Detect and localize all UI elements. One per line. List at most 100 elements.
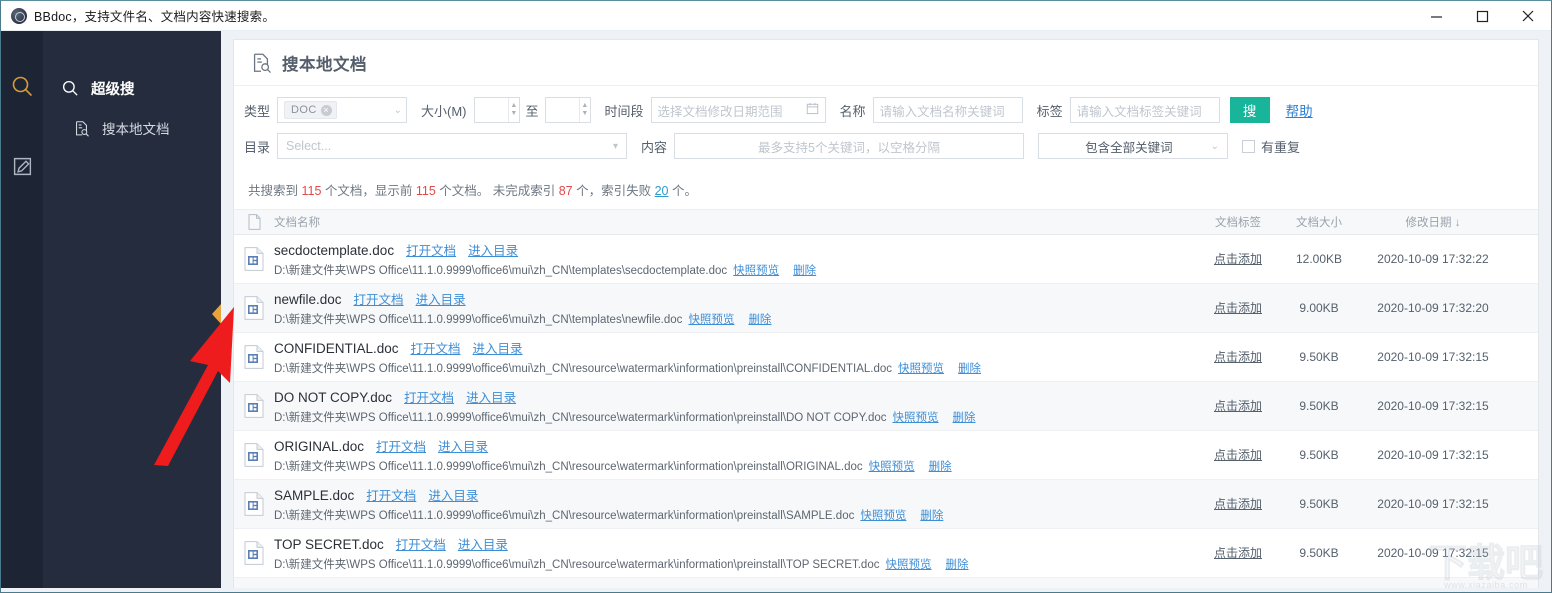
open-folder-link[interactable]: 进入目录 <box>473 338 523 357</box>
help-link[interactable]: 帮助 <box>1286 100 1313 120</box>
time-label: 时间段 <box>604 103 644 119</box>
snapshot-preview-link[interactable]: 快照预览 <box>885 559 931 571</box>
table-row[interactable]: DO NOT COPY.doc 打开文档 进入目录 D:\新建文件夹\WPS Offi… <box>234 382 1538 431</box>
add-tag-link[interactable]: 点击添加 <box>1214 252 1262 266</box>
name-keyword-input[interactable]: 请输入文档名称关键词 <box>872 97 1023 123</box>
cell-document-size: 12.00KB <box>1295 252 1343 266</box>
snapshot-preview-link[interactable]: 快照预览 <box>688 314 734 326</box>
duplicate-checkbox-wrap[interactable]: 有重复 <box>1242 137 1300 156</box>
size-max-input[interactable]: ▲ ▼ <box>544 97 591 123</box>
status-shown: 115 <box>415 184 436 198</box>
calendar-icon[interactable] <box>806 102 819 118</box>
document-path-line: D:\新建文件夹\WPS Office\11.1.0.9999\office6\… <box>274 409 1188 425</box>
col-header-tag[interactable]: 文档标签 <box>1196 214 1280 230</box>
add-tag-link[interactable]: 点击添加 <box>1214 399 1262 413</box>
cell-document-tag: 点击添加 <box>1196 250 1280 268</box>
cell-document-size: 9.00KB <box>1299 301 1339 315</box>
status-failed-link[interactable]: 20 <box>655 184 669 198</box>
cell-document-tag: 点击添加 <box>1196 446 1280 464</box>
table-row[interactable]: CONFIDENTIAL.doc 打开文档 进入目录 D:\新建文件夹\WPS Off… <box>234 333 1538 382</box>
sidebar-item-search-local-docs[interactable]: 搜本地文档 <box>43 109 221 147</box>
size-min-input[interactable]: ▲ ▼ <box>473 97 520 123</box>
word-doc-icon <box>234 541 274 565</box>
add-tag-link[interactable]: 点击添加 <box>1214 546 1262 560</box>
snapshot-preview-link[interactable]: 快照预览 <box>898 363 944 375</box>
size-min-field[interactable] <box>474 98 509 122</box>
sidebar-collapse-handle[interactable] <box>212 304 221 324</box>
horizontal-scrollbar[interactable] <box>1 588 1551 592</box>
cell-modified-date: 2020-10-09 17:32:15 <box>1377 350 1489 364</box>
delete-link[interactable]: 删除 <box>958 363 981 375</box>
col-header-date[interactable]: 修改日期 ↓ <box>1358 214 1508 230</box>
open-document-link[interactable]: 打开文档 <box>411 338 461 357</box>
directory-select[interactable]: Select... ▾ <box>277 133 628 159</box>
add-tag-link[interactable]: 点击添加 <box>1214 301 1262 315</box>
content-keyword-input[interactable]: 最多支持5个关键词，以空格分隔 <box>674 133 1025 159</box>
cell-modified-date: 2020-10-09 17:32:15 <box>1377 546 1489 560</box>
open-folder-link[interactable]: 进入目录 <box>466 387 516 406</box>
open-document-link[interactable]: 打开文档 <box>376 436 426 455</box>
directory-placeholder: Select... <box>286 139 332 153</box>
content-label: 内容 <box>641 139 668 155</box>
size-min-stepper[interactable]: ▲ ▼ <box>508 98 518 122</box>
snapshot-preview-link[interactable]: 快照预览 <box>733 265 779 277</box>
type-select[interactable]: DOC × ⌄ <box>277 97 408 123</box>
magnifier-icon <box>61 79 79 97</box>
delete-link[interactable]: 删除 <box>748 314 771 326</box>
main-area: 搜本地文档 类型 DOC × ⌄ 大小(M) ▲ ▼ 至 ▲ ▼ 时间段 选择文… <box>221 31 1551 592</box>
table-row[interactable]: SAMPLE.doc 打开文档 进入目录 D:\新建文件夹\WPS Office\11… <box>234 480 1538 529</box>
open-document-link[interactable]: 打开文档 <box>404 387 454 406</box>
minimize-button[interactable] <box>1413 1 1459 31</box>
delete-link[interactable]: 删除 <box>920 510 943 522</box>
document-path: D:\新建文件夹\WPS Office\11.1.0.9999\office6\… <box>274 314 683 326</box>
open-folder-link[interactable]: 进入目录 <box>428 485 478 504</box>
table-row[interactable]: TOP SECRET.doc 打开文档 进入目录 D:\新建文件夹\WPS Offic… <box>234 529 1538 578</box>
snapshot-preview-link[interactable]: 快照预览 <box>869 461 915 473</box>
tag-keyword-input[interactable]: 请输入文档标签关键词 <box>1069 97 1220 123</box>
cell-document-size: 9.50KB <box>1299 350 1339 364</box>
add-tag-link[interactable]: 点击添加 <box>1214 448 1262 462</box>
snapshot-preview-link[interactable]: 快照预览 <box>860 510 906 522</box>
table-row[interactable]: ORIGINAL.doc 打开文档 进入目录 D:\新建文件夹\WPS Office\… <box>234 431 1538 480</box>
type-tag-remove-icon[interactable]: × <box>320 104 332 116</box>
open-document-link[interactable]: 打开文档 <box>406 240 456 259</box>
duplicate-checkbox[interactable] <box>1242 139 1256 153</box>
table-row[interactable]: secdoctemplate.doc 打开文档 进入目录 D:\新建文件夹\WPS O… <box>234 235 1538 284</box>
match-mode-select[interactable]: 包含全部关键词 ⌄ <box>1038 133 1229 159</box>
date-range-input[interactable]: 选择文档修改日期范围 <box>650 97 826 123</box>
open-folder-link[interactable]: 进入目录 <box>416 289 466 308</box>
open-folder-link[interactable]: 进入目录 <box>438 436 488 455</box>
size-max-stepper[interactable]: ▲ ▼ <box>579 98 589 122</box>
doc-search-icon <box>250 52 272 74</box>
open-document-link[interactable]: 打开文档 <box>366 485 416 504</box>
sidebar-group-super-search[interactable]: 超级搜 <box>43 67 221 109</box>
open-folder-link[interactable]: 进入目录 <box>458 534 508 553</box>
col-header-name[interactable]: 文档名称 <box>274 214 1196 230</box>
document-path: D:\新建文件夹\WPS Office\11.1.0.9999\office6\… <box>274 510 855 522</box>
delete-link[interactable]: 删除 <box>953 412 976 424</box>
maximize-button[interactable] <box>1459 1 1505 31</box>
type-tag-label: DOC <box>291 104 317 116</box>
document-name: ORIGINAL.doc <box>274 439 365 454</box>
page-title: 搜本地文档 <box>282 55 367 74</box>
search-button[interactable]: 搜 <box>1229 97 1270 123</box>
open-document-link[interactable]: 打开文档 <box>354 289 404 308</box>
delete-link[interactable]: 删除 <box>929 461 952 473</box>
open-folder-link[interactable]: 进入目录 <box>468 240 518 259</box>
add-tag-link[interactable]: 点击添加 <box>1214 497 1262 511</box>
close-button[interactable] <box>1505 1 1551 31</box>
delete-link[interactable]: 删除 <box>793 265 816 277</box>
type-tag-doc[interactable]: DOC × <box>284 101 337 119</box>
delete-link[interactable]: 删除 <box>945 559 968 571</box>
size-max-field[interactable] <box>545 98 580 122</box>
icon-rail <box>1 31 43 592</box>
document-path-line: D:\新建文件夹\WPS Office\11.1.0.9999\office6\… <box>274 556 1188 572</box>
name-keyword-placeholder: 请输入文档名称关键词 <box>879 104 1005 119</box>
table-row[interactable]: newfile.doc 打开文档 进入目录 D:\新建文件夹\WPS Office\1… <box>234 284 1538 333</box>
rail-item-edit[interactable] <box>1 137 43 195</box>
add-tag-link[interactable]: 点击添加 <box>1214 350 1262 364</box>
snapshot-preview-link[interactable]: 快照预览 <box>893 412 939 424</box>
rail-item-search[interactable] <box>1 57 43 115</box>
col-header-size[interactable]: 文档大小 <box>1280 214 1358 230</box>
open-document-link[interactable]: 打开文档 <box>396 534 446 553</box>
